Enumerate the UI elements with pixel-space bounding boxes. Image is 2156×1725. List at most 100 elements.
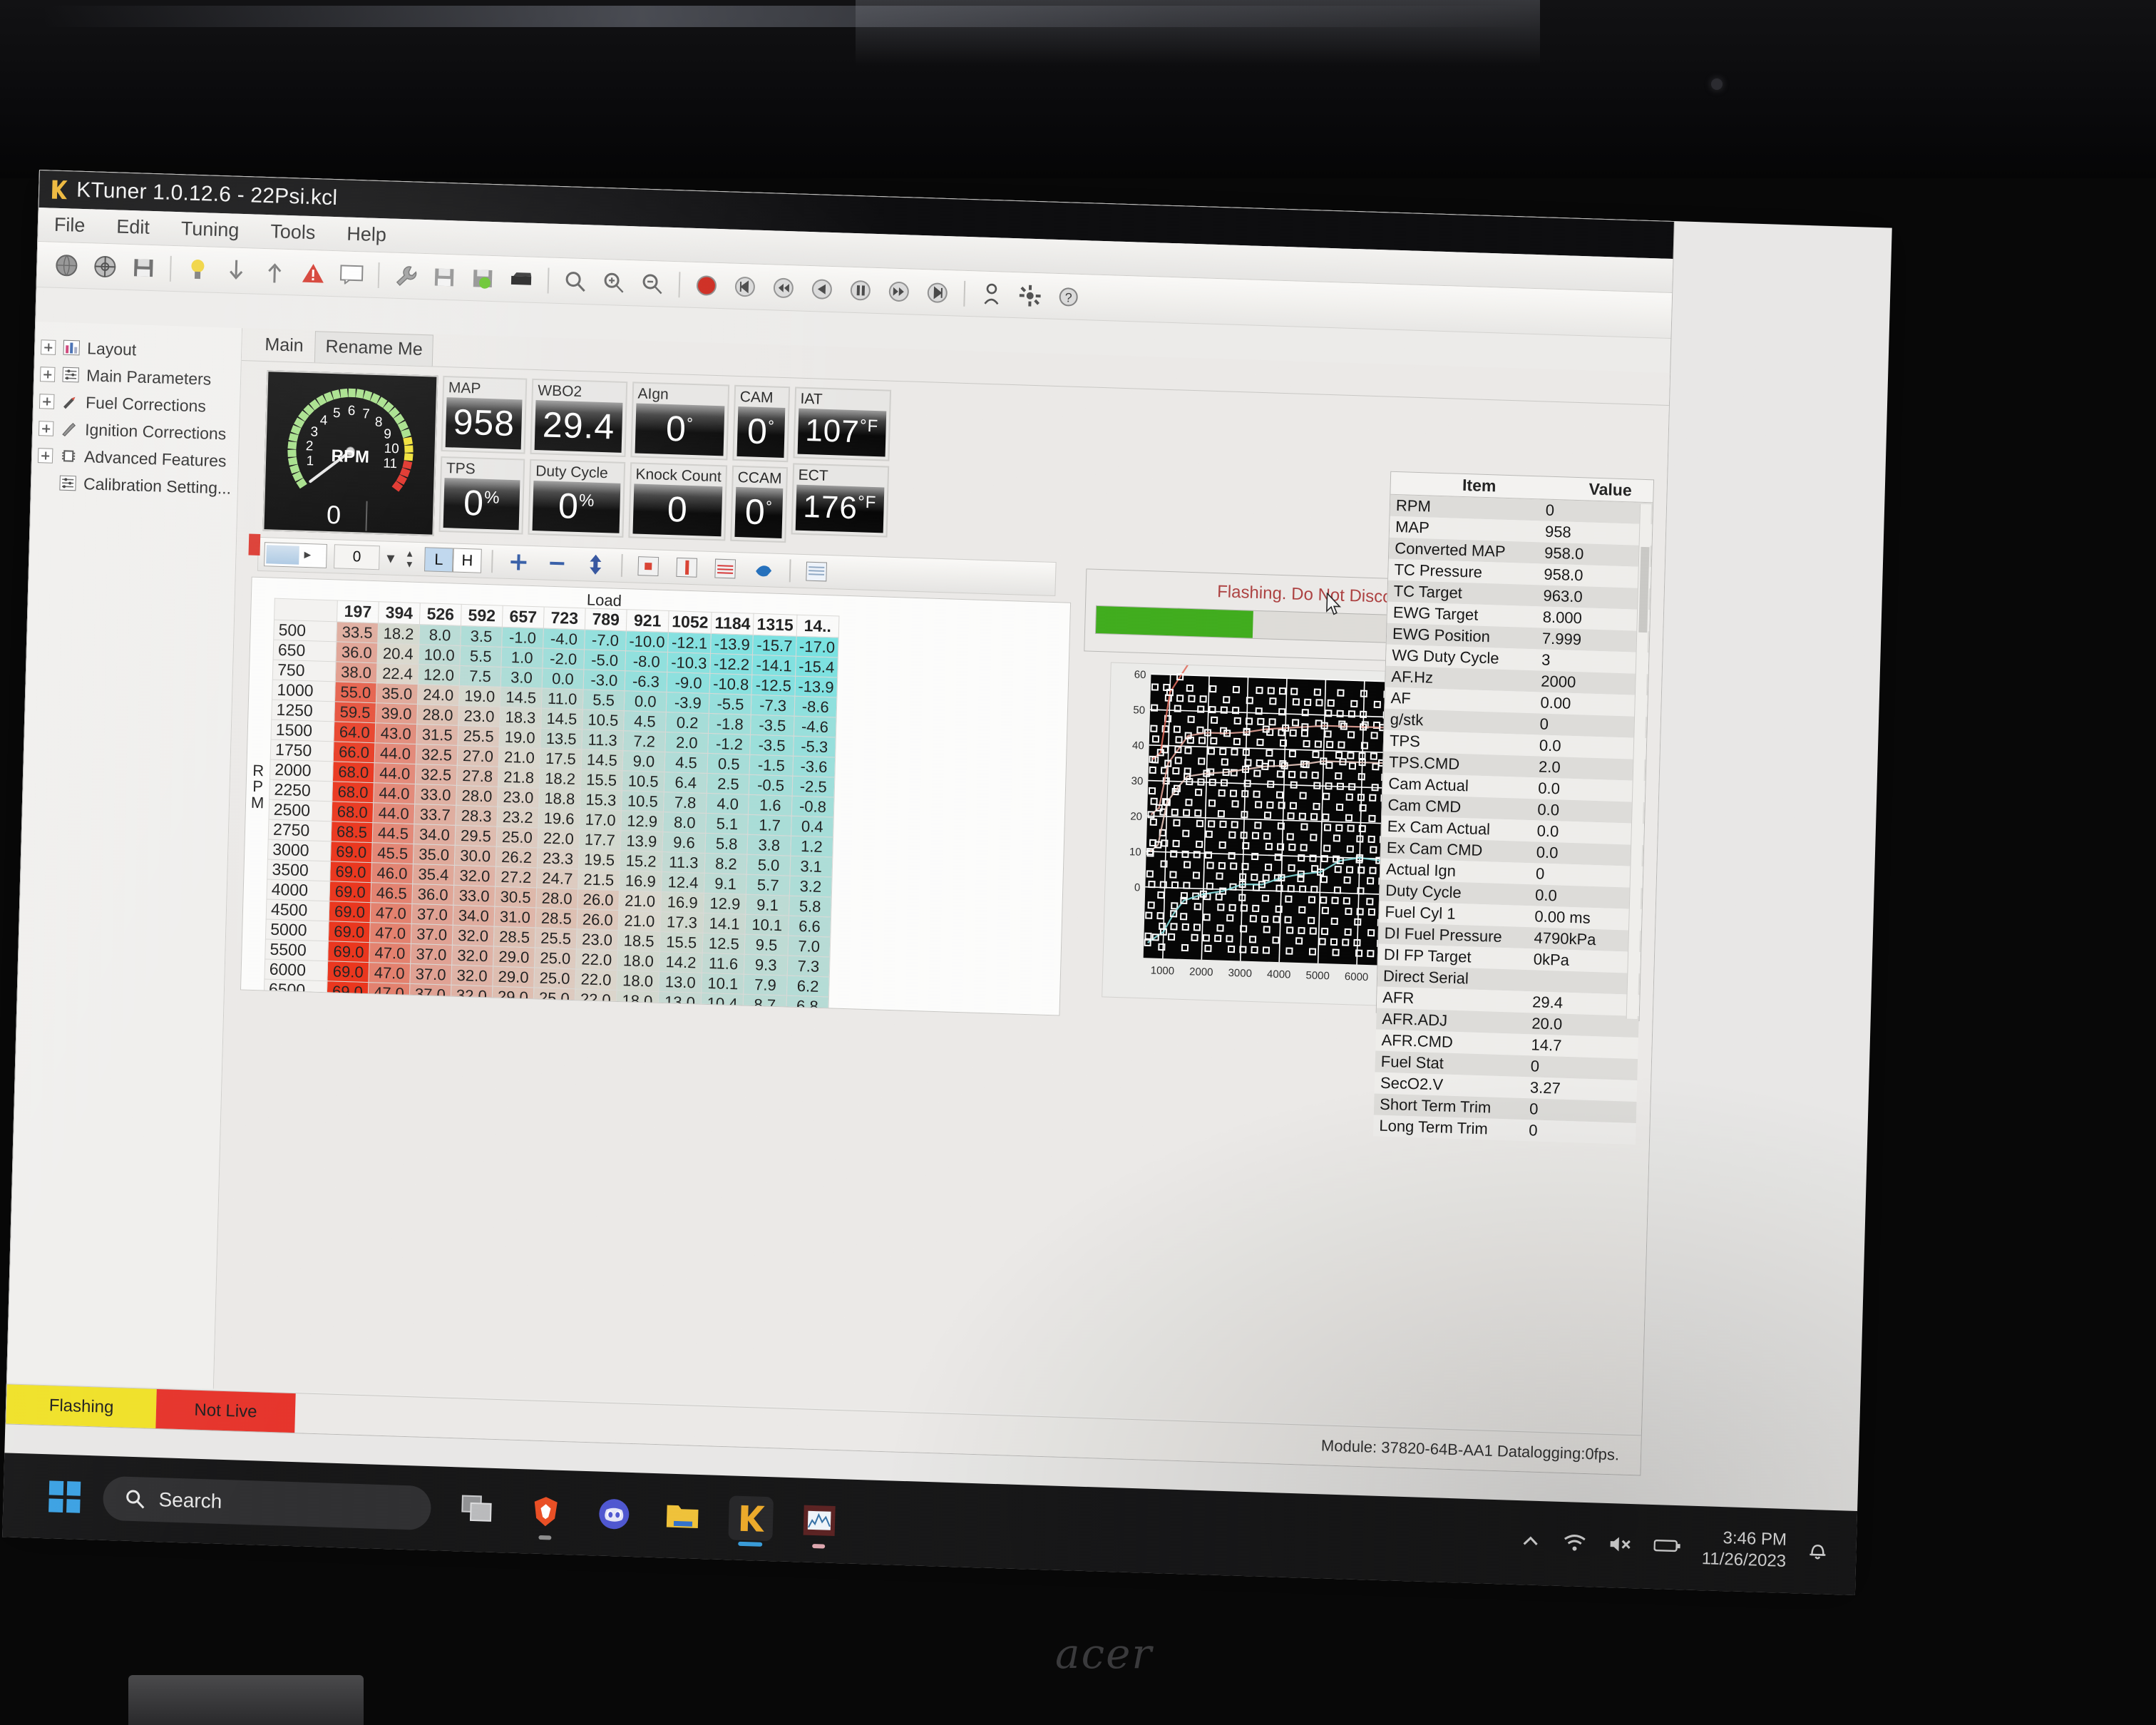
map-cell[interactable]: -1.5	[749, 754, 794, 777]
map-cell[interactable]: 10.5	[621, 790, 664, 812]
map-cell[interactable]: 32.0	[451, 985, 493, 1007]
map-cell[interactable]: 47.0	[368, 982, 410, 1004]
map-cell[interactable]: 28.5	[535, 907, 578, 929]
chevron-up-icon[interactable]	[1519, 1533, 1541, 1553]
map-cell[interactable]: 7.8	[663, 792, 707, 814]
save-disk-icon[interactable]	[124, 250, 163, 285]
map-cell[interactable]: 44.0	[373, 782, 416, 804]
map-cell[interactable]: -2.0	[542, 648, 585, 670]
layer-value[interactable]: 0	[334, 544, 380, 570]
map-cell[interactable]: 30.5	[494, 886, 537, 908]
map-cell[interactable]: 66.0	[333, 741, 375, 763]
map-cell[interactable]: 6.4	[664, 772, 708, 794]
map-cell[interactable]: 10.4	[701, 993, 744, 1015]
map-cell[interactable]: 9.0	[622, 750, 665, 772]
ktuner-app-icon[interactable]	[728, 1495, 774, 1547]
map-cell[interactable]: 29.0	[493, 946, 535, 968]
map-cell[interactable]: 17.7	[579, 829, 621, 851]
table-blue-icon[interactable]	[801, 558, 833, 585]
map-cell[interactable]: 33.7	[414, 804, 456, 826]
map-cell[interactable]: -8.0	[625, 650, 668, 672]
map-cell[interactable]: 9.1	[704, 873, 747, 895]
map-cell[interactable]: -9.0	[667, 672, 711, 694]
map-cell[interactable]: 21.0	[498, 747, 540, 768]
map-cell[interactable]: 39.0	[375, 702, 418, 725]
pour-icon[interactable]	[748, 556, 780, 584]
comment-icon[interactable]	[332, 256, 371, 292]
map-cell[interactable]: -14.1	[752, 655, 796, 677]
low-high-toggle[interactable]: L H	[424, 547, 482, 573]
map-cell[interactable]: 16.9	[660, 891, 704, 913]
map-cell[interactable]: 2.0	[664, 732, 709, 754]
map-cell[interactable]: 11.3	[662, 851, 706, 874]
map-cell[interactable]: 16.9	[619, 870, 662, 892]
map-cell[interactable]: 44.0	[374, 762, 416, 784]
map-cell[interactable]: 10.5	[582, 709, 625, 731]
map-cell[interactable]: 10.5	[622, 770, 665, 792]
map-cell[interactable]: 9.5	[744, 934, 789, 956]
map-cell[interactable]: 18.0	[615, 990, 659, 1012]
map-cell[interactable]: 47.0	[369, 922, 412, 944]
map-cell[interactable]: -12.1	[667, 632, 712, 654]
table-red2-icon[interactable]	[671, 553, 703, 581]
map-cell[interactable]: -3.6	[792, 756, 836, 777]
map-cell[interactable]: 20.4	[376, 643, 419, 665]
map-cell[interactable]: 33.5	[336, 621, 379, 643]
map-cell[interactable]: 68.5	[331, 821, 373, 843]
map-cell[interactable]: 15.5	[580, 769, 623, 791]
map-cell[interactable]: 43.0	[374, 722, 417, 744]
map-cell[interactable]: 22.0	[538, 827, 580, 849]
map-cell[interactable]: -17.0	[796, 636, 838, 658]
map-cell[interactable]: 18.2	[377, 623, 420, 645]
map-cell[interactable]: -2.5	[791, 776, 835, 797]
map-cell[interactable]: -3.0	[583, 669, 625, 691]
map-cell[interactable]: 69.0	[329, 881, 371, 903]
map-cell[interactable]: -15.7	[752, 635, 796, 657]
zoom-out-icon[interactable]	[632, 266, 672, 302]
map-cell[interactable]: 22.4	[376, 662, 419, 685]
tab-main[interactable]: Main	[255, 330, 314, 363]
map-trace-plot[interactable]: 0102030405060100020003000400050006000700…	[1102, 662, 1410, 1007]
rewind-icon[interactable]	[764, 270, 803, 306]
map-cell[interactable]: 14.2	[659, 951, 703, 973]
map-cell[interactable]: -1.8	[708, 713, 751, 735]
map-cell[interactable]: -1.2	[708, 733, 751, 755]
expand-icon[interactable]	[38, 420, 54, 436]
map-cell[interactable]: 55.0	[334, 681, 377, 703]
map-cell[interactable]: -12.2	[710, 653, 753, 675]
map-cell[interactable]: 69.0	[327, 961, 369, 983]
map-cell[interactable]: 8.7	[743, 994, 787, 1015]
map-cell[interactable]: 21.0	[617, 910, 661, 932]
map-cell[interactable]: 12.9	[620, 810, 664, 832]
ignition-map-table[interactable]: Load RPM 197 394 526 592 657 723 789 921 1052 118…	[240, 576, 1072, 1016]
map-cell[interactable]: 68.0	[331, 801, 374, 823]
map-cell[interactable]: 21.5	[578, 869, 620, 891]
map-cell[interactable]: 5.7	[746, 874, 790, 896]
windows-start-icon[interactable]	[48, 1480, 81, 1513]
map-cell[interactable]: 30.0	[454, 845, 497, 867]
map-cell[interactable]: 0.4	[791, 816, 834, 837]
map-cell[interactable]: 13.5	[540, 727, 582, 749]
map-cell[interactable]: 69.0	[328, 921, 371, 943]
map-cell[interactable]: 22.0	[575, 948, 618, 971]
map-cell[interactable]: 4.0	[706, 793, 749, 815]
map-cell[interactable]: 69.0	[329, 861, 372, 883]
map-cell[interactable]: 35.0	[376, 682, 419, 705]
gear-icon[interactable]	[1010, 277, 1049, 313]
spinner-icon[interactable]: ▲ ▼	[401, 548, 418, 570]
map-cell[interactable]: 11.0	[541, 687, 584, 710]
pause-icon[interactable]	[841, 272, 880, 308]
map-cell[interactable]: 34.0	[414, 824, 456, 846]
map-cell[interactable]: 18.0	[617, 950, 660, 972]
map-cell[interactable]: 9.3	[744, 954, 788, 976]
map-cell[interactable]: 0.0	[542, 668, 584, 690]
map-cell[interactable]: 14.5	[540, 707, 583, 730]
map-cell[interactable]: 17.5	[540, 747, 582, 769]
map-cell[interactable]: 17.3	[660, 911, 704, 933]
map-cell[interactable]: 69.0	[327, 941, 370, 963]
map-cell[interactable]: 15.5	[659, 931, 704, 953]
map-cell[interactable]: 12.9	[703, 893, 746, 915]
map-cell[interactable]: 23.3	[537, 847, 580, 869]
map-cell[interactable]: 33.0	[414, 784, 457, 806]
map-cell[interactable]: 5.5	[582, 689, 625, 711]
